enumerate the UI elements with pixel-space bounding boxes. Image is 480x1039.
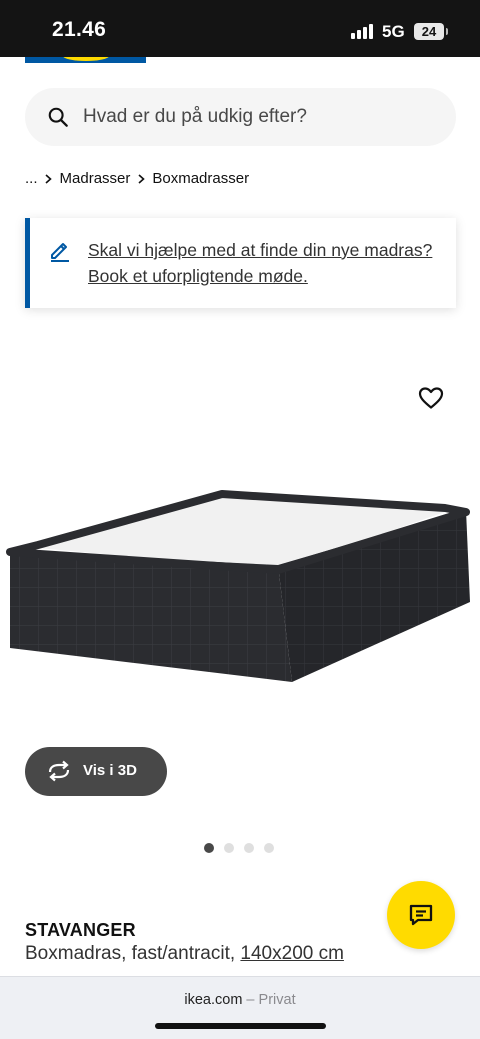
heart-icon[interactable] [414,382,448,414]
product-size-link[interactable]: 140x200 cm [240,943,344,964]
help-link-line2[interactable]: Book et uforpligtende møde. [88,263,458,289]
url-private-mode: Privat [258,992,296,1008]
search-bar[interactable] [25,88,456,146]
ikea-logo[interactable] [25,57,146,63]
network-label: 5G [382,22,405,41]
breadcrumb-item-madrasser[interactable]: Madrasser [60,170,131,187]
product-name: STAVANGER [25,920,136,940]
home-indicator[interactable] [155,1023,326,1029]
product-description: Boxmadras, fast/antracit, 140x200 cm [25,943,344,965]
breadcrumb-ellipsis[interactable]: ... [25,170,38,187]
help-card[interactable]: Skal vi hjælpe med at finde din nye madr… [25,218,456,308]
signal-icon [351,24,375,39]
breadcrumb-item-boxmadrasser[interactable]: Boxmadrasser [152,170,249,187]
carousel-dot-1[interactable] [204,843,214,853]
product-description-text: Boxmadras, fast/antracit, [25,943,241,964]
chevron-right-icon [38,170,60,187]
status-bar: 21.46 5G 24 [0,0,480,57]
breadcrumb: ... Madrasser Boxmadrasser [25,167,249,189]
battery-icon: 24 [414,23,448,40]
chevron-right-icon [130,170,152,187]
search-input[interactable] [83,98,443,136]
pencil-icon [51,243,69,262]
rotate-3d-icon [48,760,70,782]
carousel-dot-2[interactable] [224,843,234,853]
carousel-dot-3[interactable] [244,843,254,853]
view-3d-label: Vis i 3D [83,762,137,779]
view-3d-button[interactable]: Vis i 3D [25,747,167,796]
carousel-dot-4[interactable] [264,843,274,853]
status-time: 21.46 [52,18,107,41]
help-link-line1[interactable]: Skal vi hjælpe med at finde din nye madr… [88,237,458,263]
url-domain: ikea.com [184,992,243,1008]
search-icon [48,107,68,127]
browser-url-bar[interactable]: ikea.com – Privat [0,976,480,1039]
chat-button[interactable] [387,881,455,949]
product-image[interactable] [0,340,480,760]
carousel-dots [204,843,274,853]
url-text[interactable]: ikea.com – Privat [0,992,480,1008]
help-text[interactable]: Skal vi hjælpe med at finde din nye madr… [88,237,458,289]
chat-icon [409,904,433,926]
url-separator: – [242,992,259,1008]
